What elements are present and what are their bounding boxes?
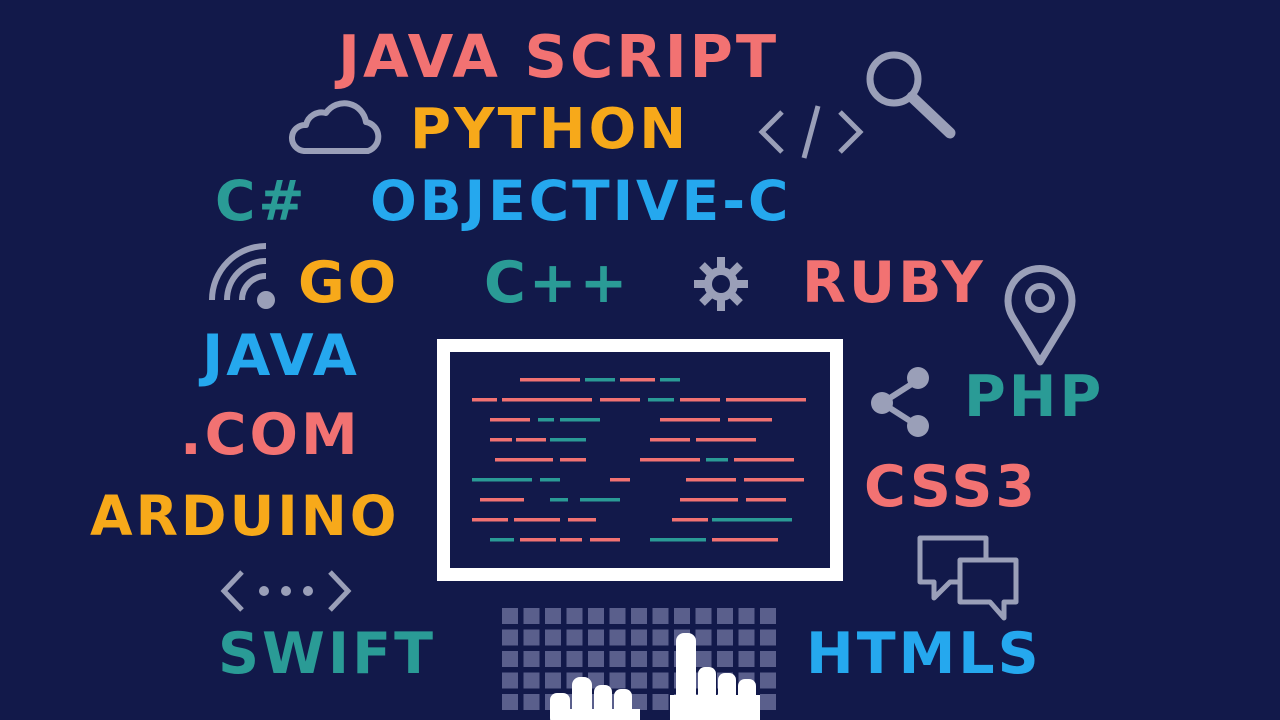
code-line — [726, 398, 806, 402]
share-icon — [871, 367, 929, 437]
code-line — [650, 538, 706, 542]
code-tag-icon — [758, 105, 864, 159]
keyboard-key — [631, 608, 647, 624]
word-javascript: JAVA SCRIPT — [338, 22, 780, 91]
code-line — [516, 438, 546, 442]
word-go: GO — [298, 250, 400, 316]
code-line — [672, 518, 708, 522]
code-line — [640, 458, 700, 462]
wifi-icon — [209, 243, 275, 309]
code-line — [520, 378, 580, 382]
keyboard-key — [502, 694, 518, 710]
hand-pointer-icon — [550, 633, 760, 720]
keyboard-key — [588, 608, 604, 624]
keyboard-key — [502, 672, 518, 689]
code-line — [550, 498, 568, 502]
keyboard-key — [609, 608, 626, 624]
keyboard-key — [674, 608, 690, 624]
keyboard-key — [545, 608, 561, 624]
code-line — [520, 538, 556, 542]
code-line — [746, 498, 786, 502]
word-dotcom: .COM — [180, 402, 361, 468]
code-line — [660, 378, 680, 382]
code-line — [650, 438, 690, 442]
word-php: PHP — [964, 364, 1105, 430]
word-arduino: ARDUINO — [90, 484, 400, 548]
code-lines — [472, 378, 806, 542]
code-line — [495, 458, 553, 462]
keyboard-key — [566, 608, 583, 624]
word-csharp: C# — [215, 169, 308, 233]
code-line — [502, 398, 592, 402]
code-line — [680, 498, 738, 502]
code-line — [540, 478, 560, 482]
code-line — [712, 538, 778, 542]
code-line — [472, 478, 532, 482]
code-line — [590, 538, 620, 542]
code-line — [680, 398, 720, 402]
code-line — [550, 438, 586, 442]
code-line — [490, 538, 514, 542]
code-line — [560, 418, 600, 422]
gear-icon — [694, 257, 748, 311]
keyboard-key — [717, 608, 733, 624]
keyboard-key — [502, 629, 518, 646]
code-line — [712, 518, 792, 522]
code-line — [610, 478, 630, 482]
keyboard-key — [652, 608, 669, 624]
keyboard-key — [523, 608, 540, 624]
word-java: JAVA — [202, 323, 360, 389]
code-line — [600, 398, 640, 402]
keyboard-key — [760, 608, 776, 624]
word-objective-c: OBJECTIVE-C — [370, 169, 792, 233]
code-line — [734, 458, 794, 462]
code-line — [585, 378, 615, 382]
code-line — [696, 438, 756, 442]
code-line — [568, 518, 596, 522]
search-icon — [866, 51, 956, 139]
code-line — [560, 458, 586, 462]
chat-bubbles-icon — [917, 535, 1019, 621]
monitor-icon — [437, 339, 843, 581]
code-line — [514, 518, 560, 522]
code-line — [660, 418, 720, 422]
word-ruby: RUBY — [802, 250, 986, 316]
word-cpp: C++ — [484, 250, 631, 316]
word-cloud-canvas: { "colors": { "background": "#12194a", "… — [0, 0, 1280, 720]
code-line — [686, 478, 736, 482]
word-htmls: HTMLS — [806, 621, 1042, 687]
code-line — [490, 418, 530, 422]
keyboard-key — [738, 608, 755, 624]
keyboard-key — [695, 608, 712, 624]
code-line — [560, 538, 582, 542]
word-python: PYTHON — [410, 97, 690, 162]
code-line — [648, 398, 674, 402]
code-line — [472, 398, 497, 402]
ellipsis-code-icon — [220, 570, 352, 612]
cloud-icon — [289, 100, 382, 154]
location-pin-icon — [1004, 265, 1076, 366]
code-line — [472, 518, 508, 522]
code-line — [490, 438, 512, 442]
code-line — [538, 418, 554, 422]
keyboard-key — [502, 651, 518, 667]
code-line — [706, 458, 728, 462]
code-line — [620, 378, 655, 382]
word-swift: SWIFT — [218, 621, 436, 687]
code-line — [744, 478, 804, 482]
word-css3: CSS3 — [864, 454, 1039, 520]
keyboard-key — [502, 608, 518, 624]
code-line — [728, 418, 772, 422]
code-line — [480, 498, 524, 502]
code-line — [580, 498, 620, 502]
